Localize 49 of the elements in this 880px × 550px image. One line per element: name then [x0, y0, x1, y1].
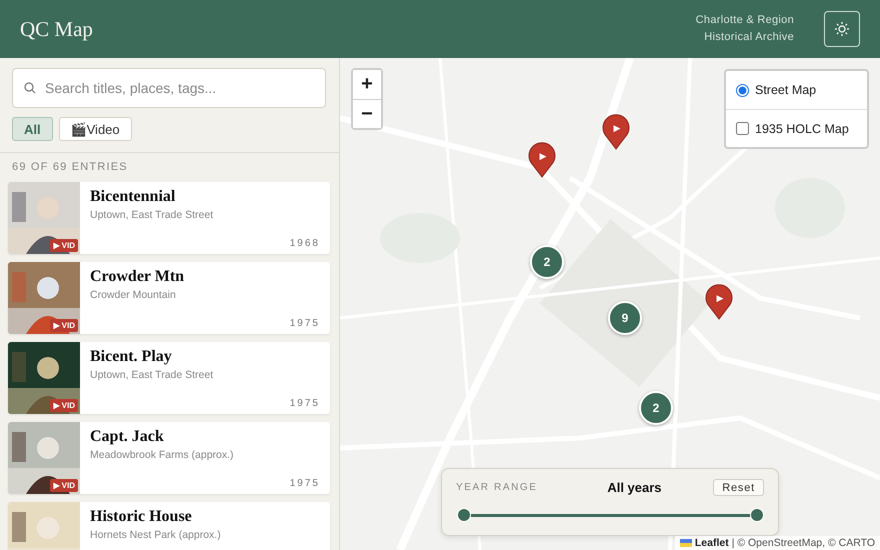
- entry-year: 1975: [290, 478, 320, 489]
- video-badge: ▶ VID: [50, 479, 78, 492]
- sun-icon: [834, 21, 850, 37]
- archive-subtitle: Charlotte & Region Historical Archive: [696, 13, 794, 45]
- map-pin-icon[interactable]: ▶: [601, 112, 631, 150]
- slider-handle[interactable]: [457, 508, 471, 522]
- filter-chip[interactable]: 🎬Video: [58, 117, 132, 141]
- entry-card[interactable]: ▶ VID Bicentennial Uptown, East Trade Street 1968: [8, 182, 330, 254]
- theme-toggle-button[interactable]: [824, 11, 860, 47]
- entry-year: 1975: [290, 318, 320, 329]
- entry-place: Uptown, East Trade Street: [90, 369, 214, 381]
- entry-place: Hornets Nest Park (approx.): [90, 529, 222, 541]
- layer-radio[interactable]: [736, 84, 749, 96]
- entry-title: Crowder Mtn: [90, 268, 186, 286]
- year-range-label: YEAR RANGE: [456, 482, 538, 493]
- entry-title: Bicentennial: [90, 188, 176, 206]
- entry-title: Capt. Jack: [90, 428, 165, 446]
- filter-chip[interactable]: All: [12, 117, 53, 141]
- entry-count: 69 OF 69 ENTRIES: [11, 160, 129, 175]
- entry-year: 1975: [290, 398, 320, 409]
- layer-checkbox[interactable]: [736, 122, 749, 135]
- layer-label: 1935 HOLC Map: [755, 122, 849, 136]
- reset-button[interactable]: Reset: [713, 479, 764, 496]
- year-range-value: All years: [607, 480, 662, 495]
- entry-place: Uptown, East Trade Street: [90, 209, 214, 221]
- flag-icon: [680, 539, 692, 547]
- map-pin-icon[interactable]: ▶: [527, 140, 557, 178]
- video-badge: ▶ VID: [50, 319, 78, 332]
- entry-title: Bicent. Play: [90, 348, 173, 366]
- entry-card[interactable]: ▶ VID Capt. Jack Meadowbrook Farms (approx.) 1975: [8, 422, 330, 494]
- search-field[interactable]: Search titles, places, tags...: [12, 68, 326, 108]
- entry-card[interactable]: ▶ VID Bicent. Play Uptown, East Trade Street 1975: [8, 342, 330, 414]
- entry-card[interactable]: ▶ VID Crowder Mtn Crowder Mountain 1975: [8, 262, 330, 334]
- video-badge: ▶ VID: [50, 239, 78, 252]
- entry-place: Crowder Mountain: [90, 289, 177, 301]
- zoom-out-button[interactable]: −: [353, 99, 381, 128]
- search-icon: [24, 82, 36, 94]
- slider-handle[interactable]: [750, 508, 764, 522]
- app-title: QC Map: [20, 16, 93, 42]
- entry-place: Meadowbrook Farms (approx.): [90, 449, 235, 461]
- entry-title: Historic House: [90, 508, 193, 526]
- map-pin-icon[interactable]: ▶: [704, 282, 734, 320]
- entry-year: 1968: [290, 238, 320, 249]
- leaflet-link[interactable]: Leaflet: [694, 537, 729, 549]
- entry-card[interactable]: Historic House Hornets Nest Park (approx.): [8, 502, 330, 550]
- video-badge: ▶ VID: [50, 399, 78, 412]
- layer-label: Street Map: [755, 83, 816, 97]
- attribution-text: | © OpenStreetMap, © CARTO: [732, 537, 875, 549]
- year-range-slider[interactable]: [457, 508, 764, 522]
